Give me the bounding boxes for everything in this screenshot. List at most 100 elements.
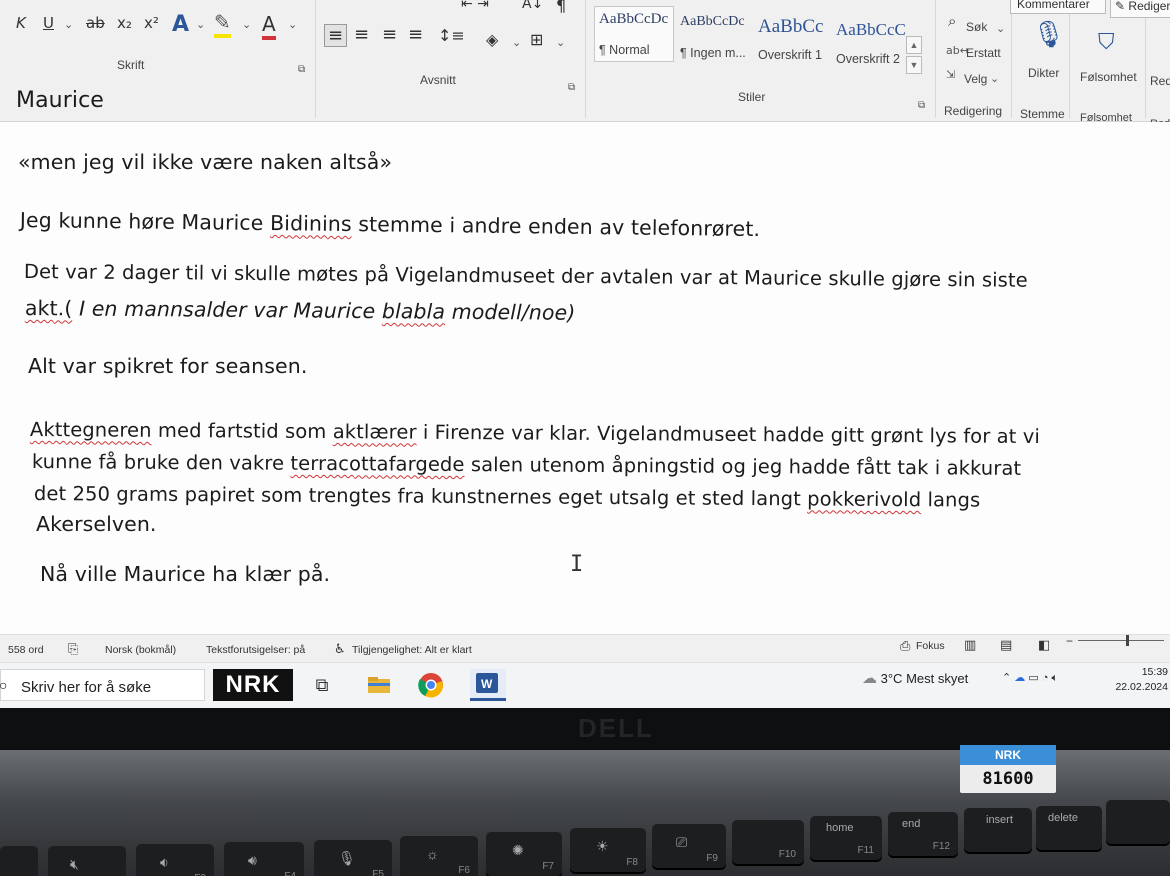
highlight-dropdown-icon[interactable]: ⌄	[242, 18, 251, 31]
replace-button[interactable]: Erstatt	[966, 46, 1001, 60]
language-indicator[interactable]: Norsk (bokmål)	[105, 644, 176, 656]
word-taskbar-icon[interactable]: W	[470, 669, 506, 701]
style-heading-2[interactable]: AaBbCcC Overskrift 2	[832, 16, 912, 72]
key-f3[interactable]: 🔉︎F3	[136, 844, 214, 876]
text-effects-icon[interactable]: A	[172, 12, 189, 37]
underline-button[interactable]: U	[43, 14, 54, 32]
accessibility-status[interactable]: Tilgjengelighet: Alt er klart	[352, 644, 472, 656]
superscript-button[interactable]: x²	[144, 14, 159, 32]
borders-icon[interactable]: ⊞	[530, 30, 543, 49]
system-tray[interactable]: ⌃ ☁ ▭ ◔ 🔈︎	[1002, 671, 1058, 685]
font-color-dropdown-icon[interactable]: ⌄	[288, 18, 297, 31]
key-f11[interactable]: home F11	[810, 816, 882, 860]
misspelled-word[interactable]: pokkerivold	[807, 487, 921, 511]
battery-icon[interactable]: ▭	[1028, 672, 1038, 684]
taskbar-clock[interactable]: 15:39 22.02.2024	[1108, 665, 1168, 695]
wifi-icon[interactable]: ◔	[1042, 672, 1049, 684]
style-normal-name: ¶ Normal	[599, 43, 650, 57]
font-dialog-launcher-icon[interactable]: ⧉	[298, 64, 305, 75]
line-spacing-icon[interactable]: ↕≡	[438, 26, 465, 45]
search-dropdown-icon[interactable]: ⌄	[996, 22, 1005, 35]
focus-button[interactable]: Fokus	[916, 640, 945, 652]
task-view-icon[interactable]: ⧉	[306, 669, 338, 701]
select-dropdown-icon[interactable]: ⌄	[990, 72, 999, 85]
file-explorer-icon[interactable]	[364, 669, 394, 701]
align-right-icon[interactable]: ≡	[382, 24, 397, 45]
dictate-button[interactable]: Dikter	[1028, 66, 1059, 80]
key-f2[interactable]: 🔇︎F2	[48, 846, 126, 876]
style-normal[interactable]: AaBbCcDc ¶ Normal	[594, 6, 674, 62]
key-insert[interactable]: delete	[1036, 806, 1102, 850]
onedrive-icon[interactable]: ☁	[1014, 672, 1025, 684]
print-layout-icon[interactable]: ▤	[1000, 637, 1012, 653]
key-f10[interactable]: F10	[732, 820, 804, 864]
misspelled-word[interactable]: Akttegneren	[30, 418, 152, 442]
highlight-icon[interactable]: ✎	[214, 10, 231, 38]
styles-scroll-down-icon[interactable]: ▼	[906, 56, 922, 74]
misspelled-word[interactable]: akt.(	[25, 296, 73, 320]
misspelled-word[interactable]: Bidinins	[270, 211, 352, 236]
shading-dropdown-icon[interactable]: ⌄	[512, 36, 521, 49]
borders-dropdown-icon[interactable]: ⌄	[556, 36, 565, 49]
sensitivity-icon[interactable]: ⛉	[1098, 30, 1115, 55]
read-mode-icon[interactable]: ▥	[964, 637, 976, 653]
comments-button[interactable]: Kommentarer	[1010, 0, 1106, 14]
key-f6[interactable]: ☼ F6	[400, 836, 478, 876]
volume-icon[interactable]: 🔈︎	[1052, 672, 1059, 684]
align-center-icon[interactable]: ≡	[354, 24, 369, 45]
text-predictions[interactable]: Tekstforutsigelser: på	[206, 644, 305, 656]
key-f4[interactable]: 🔊︎ F4	[224, 842, 304, 876]
select-button[interactable]: Velg	[964, 72, 987, 86]
key-f12[interactable]: end F12	[888, 812, 958, 856]
key-f9[interactable]: ⎚ F9	[652, 824, 726, 868]
key-label: F6	[458, 865, 470, 876]
zoom-out-icon[interactable]: −	[1066, 634, 1073, 648]
subscript-button[interactable]: x₂	[117, 14, 132, 32]
chrome-icon[interactable]	[416, 669, 446, 701]
doc-line-10: Akerselven.	[36, 512, 157, 536]
search-icon: ○	[0, 677, 8, 693]
text-effects-dropdown-icon[interactable]: ⌄	[196, 18, 205, 31]
key-end[interactable]: insert	[964, 808, 1032, 852]
sort-icon[interactable]: A↓	[522, 0, 543, 12]
key-f5[interactable]: 🎙︎ F5	[314, 840, 392, 876]
text-run: salen utenom åpningstid og jeg hadde fåt…	[464, 453, 1022, 480]
word-count[interactable]: 558 ord	[8, 644, 44, 656]
microphone-icon[interactable]: 🎙︎	[1032, 20, 1065, 50]
styles-dialog-launcher-icon[interactable]: ⧉	[918, 100, 925, 111]
font-color-icon[interactable]: A	[262, 12, 276, 40]
key-delete[interactable]	[1106, 800, 1170, 844]
key-f1[interactable]: F1	[0, 846, 38, 876]
editor-partial-button[interactable]: Red	[1150, 74, 1170, 88]
misspelled-word[interactable]: blabla	[382, 299, 445, 324]
nrk-app-icon[interactable]: NRK	[213, 669, 293, 701]
key-f8[interactable]: ☀ F8	[570, 828, 646, 872]
key-f7[interactable]: ✺ F7	[486, 832, 562, 876]
align-left-icon[interactable]: ≡	[324, 24, 348, 47]
pilcrow-icon[interactable]: ¶	[556, 0, 566, 15]
proofing-icon[interactable]: ⎘	[68, 641, 78, 657]
zoom-slider-thumb[interactable]	[1126, 635, 1129, 646]
search-button[interactable]: Søk	[966, 20, 987, 34]
justify-icon[interactable]: ≡	[408, 24, 423, 45]
doc-line-11: Nå ville Maurice ha klær på.	[40, 562, 330, 586]
zoom-slider[interactable]	[1078, 635, 1164, 646]
shading-icon[interactable]: ◈	[486, 30, 498, 49]
misspelled-word[interactable]: terracottafargede	[290, 452, 464, 476]
sensitivity-button[interactable]: Følsomhet	[1080, 70, 1137, 84]
italic-button[interactable]: K	[16, 14, 26, 32]
misspelled-word[interactable]: aktlærer	[333, 420, 417, 444]
indent-icons[interactable]: ⇤ ⇥	[461, 0, 489, 12]
edit-mode-button[interactable]: ✎ Rediger	[1110, 0, 1170, 18]
paragraph-dialog-launcher-icon[interactable]: ⧉	[568, 82, 575, 93]
document-page[interactable]: Maurice «men jeg vil ikke være naken alt…	[0, 88, 1170, 634]
underline-dropdown-icon[interactable]: ⌄	[64, 18, 73, 31]
web-layout-icon[interactable]: ◧	[1038, 637, 1050, 653]
styles-scroll-up-icon[interactable]: ▲	[906, 36, 922, 54]
weather-widget[interactable]: ☁ 3°C Mest skyet	[862, 669, 968, 687]
strikethrough-button[interactable]: ab	[86, 14, 105, 32]
taskbar-search-box[interactable]: ○ Skriv her for å søke	[0, 669, 205, 701]
style-heading-1[interactable]: AaBbCc Overskrift 1	[754, 12, 834, 68]
chevron-up-icon[interactable]: ⌃	[1002, 672, 1011, 684]
style-no-spacing[interactable]: AaBbCcDc ¶ Ingen m...	[676, 10, 756, 66]
